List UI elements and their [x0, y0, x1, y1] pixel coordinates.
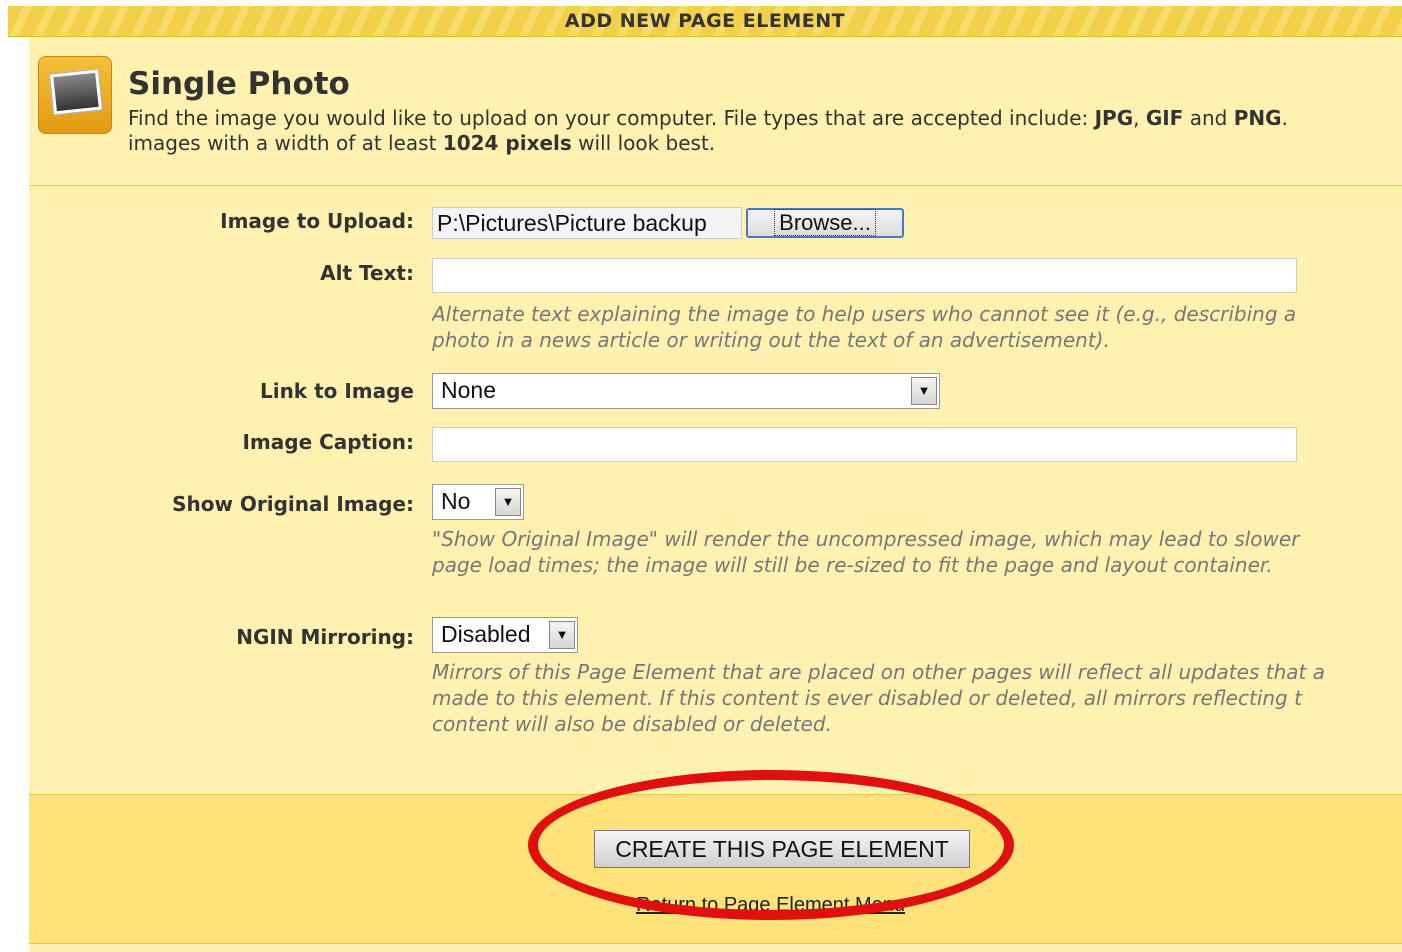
desc-text: Find the image you would like to upload … — [128, 106, 1095, 130]
show-original-help: "Show Original Image" will render the un… — [432, 526, 1402, 578]
header-bar: ADD NEW PAGE ELEMENT — [8, 6, 1402, 37]
show-original-label: Show Original Image: — [172, 492, 414, 516]
link-to-image-label: Link to Image — [259, 379, 414, 403]
image-caption-label: Image Caption: — [242, 430, 414, 454]
desc-jpg: JPG — [1094, 106, 1134, 130]
chevron-down-icon[interactable]: ▼ — [495, 488, 521, 516]
mirroring-help-line: made to this element. If this content is… — [432, 686, 1302, 710]
chevron-down-icon[interactable]: ▼ — [549, 621, 575, 649]
desc-period: . — [1281, 106, 1288, 130]
image-upload-label: Image to Upload: — [220, 209, 414, 233]
chevron-down-icon[interactable]: ▼ — [911, 377, 937, 405]
browse-button-label: Browse... — [774, 209, 876, 236]
mirroring-value: Disabled — [441, 621, 531, 647]
desc-comma: , — [1133, 106, 1146, 130]
mirroring-label: NGIN Mirroring: — [236, 625, 414, 649]
alt-text-help-line: photo in a news article or writing out t… — [432, 328, 1110, 352]
alt-text-input[interactable] — [432, 258, 1297, 293]
mirroring-help-line: content will also be disabled or deleted… — [432, 712, 832, 736]
show-original-select[interactable]: No ▼ — [432, 484, 524, 520]
image-upload-field[interactable]: P:\Pictures\Picture backup — [432, 207, 742, 239]
element-title: Single Photo — [128, 66, 350, 102]
mirroring-help: Mirrors of this Page Element that are pl… — [432, 659, 1402, 737]
desc-pixels: 1024 pixels — [442, 131, 572, 155]
photo-icon — [38, 56, 112, 134]
alt-text-help: Alternate text explaining the image to h… — [432, 301, 1402, 353]
show-original-help-line: page load times; the image will still be… — [432, 553, 1273, 577]
show-original-help-line: "Show Original Image" will render the un… — [432, 527, 1300, 551]
desc-text-2: images with a width of at least — [128, 131, 443, 155]
link-to-image-value: None — [441, 377, 496, 403]
alt-text-label: Alt Text: — [320, 261, 414, 285]
divider — [29, 185, 1402, 186]
element-description: Find the image you would like to upload … — [128, 106, 1402, 156]
link-to-image-select[interactable]: None ▼ — [432, 373, 940, 409]
submit-area — [29, 794, 1402, 944]
desc-png: PNG — [1233, 106, 1282, 130]
mirroring-help-line: Mirrors of this Page Element that are pl… — [432, 660, 1325, 684]
return-to-menu-link[interactable]: Return to Page Element Menu — [636, 894, 905, 917]
page-title: ADD NEW PAGE ELEMENT — [564, 10, 846, 32]
create-page-element-button[interactable]: CREATE THIS PAGE ELEMENT — [594, 830, 970, 868]
desc-text-3: will look best. — [571, 131, 716, 155]
desc-gif: GIF — [1145, 106, 1184, 130]
alt-text-help-line: Alternate text explaining the image to h… — [432, 302, 1297, 326]
desc-and: and — [1183, 106, 1234, 130]
browse-button[interactable]: Browse... — [746, 208, 904, 238]
image-caption-input[interactable] — [432, 427, 1297, 462]
mirroring-select[interactable]: Disabled ▼ — [432, 617, 578, 653]
show-original-value: No — [441, 488, 471, 514]
